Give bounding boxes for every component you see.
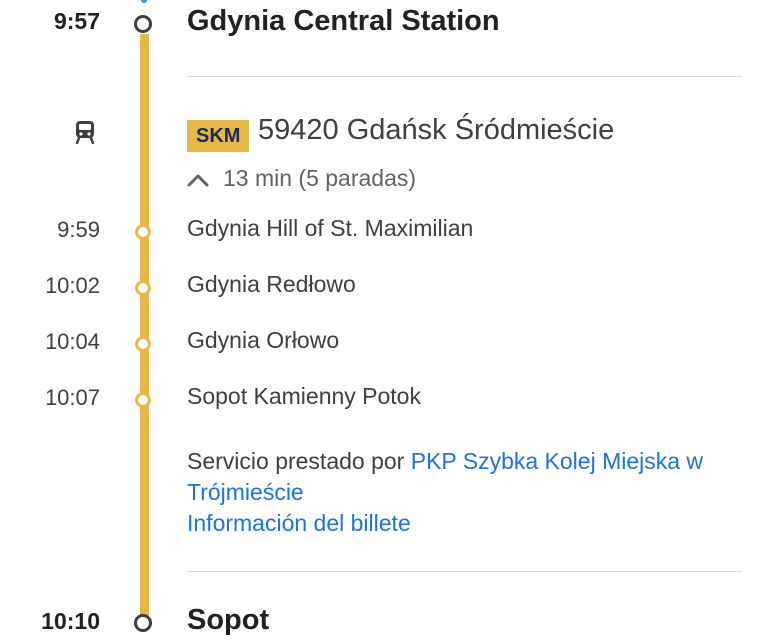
departure-node [134,15,152,33]
stops-toggle-label: 13 min (5 paradas) [223,165,417,191]
route-line [140,34,149,620]
service-info: Servicio prestado por PKP Szybka Kolej M… [187,446,747,539]
stop-node [135,336,151,352]
ticket-info-link[interactable]: Información del billete [187,510,411,536]
previous-segment-dot [141,0,147,3]
chevron-up-icon [187,174,209,187]
stop-node [135,392,151,408]
stop-name[interactable]: Gdynia Orłowo [187,327,339,354]
stop-name[interactable]: Gdynia Redłowo [187,271,356,298]
stop-time: 9:59 [57,217,100,242]
stop-time: 10:04 [44,329,100,354]
train-icon [75,121,95,144]
service-prefix: Servicio prestado por [187,448,405,474]
stop-node [135,280,151,296]
departure-time: 9:57 [53,8,100,34]
stops-toggle[interactable]: 13 min (5 paradas) [187,165,416,192]
stop-name[interactable]: Sopot Kamienny Potok [187,383,421,410]
divider-top [187,76,742,77]
arrival-station[interactable]: Sopot [187,604,269,637]
departure-station[interactable]: Gdynia Central Station [187,5,500,38]
stop-name[interactable]: Gdynia Hill of St. Maximilian [187,215,473,242]
arrival-time: 10:10 [41,608,100,634]
line-badge: SKM [187,120,250,152]
stop-time: 10:07 [44,385,100,410]
arrival-node [134,614,152,632]
stop-node [135,224,151,240]
stop-time: 10:02 [44,273,100,298]
divider-bottom [187,571,742,572]
line-title: 59420 Gdańsk Śródmieście [258,114,615,146]
